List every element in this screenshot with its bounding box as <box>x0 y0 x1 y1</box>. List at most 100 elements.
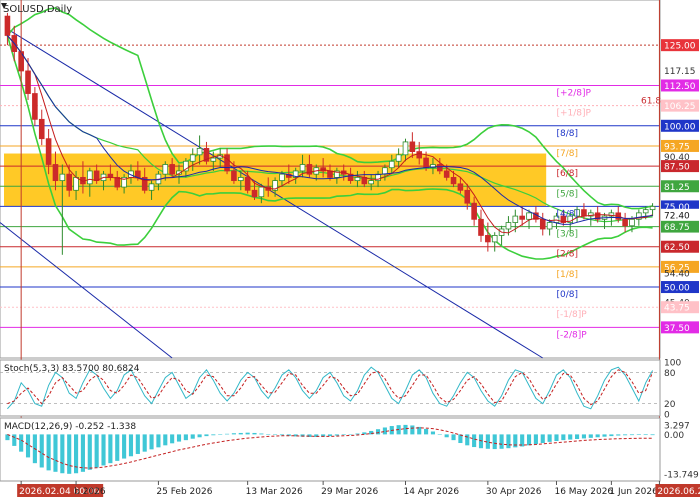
candle-body <box>93 170 100 182</box>
price-tick-label: 93.75 <box>664 142 690 152</box>
price-tick-label: 62.50 <box>664 243 690 253</box>
macd-bar <box>218 434 223 435</box>
current-price-label: 72.40 <box>664 211 690 221</box>
macd-bar <box>623 434 628 436</box>
time-axis: 2026.02.04 00:00b 2026 25 Feb 2026 13 Mar … <box>17 481 700 497</box>
macd-bar <box>231 433 236 435</box>
murrey-label: [6/8] <box>556 169 578 179</box>
macd-bar <box>53 434 58 472</box>
murrey-label: [1/8] <box>556 270 578 280</box>
candle-body <box>210 157 217 162</box>
price-tick-label: 117.15 <box>664 67 696 77</box>
macd-bar <box>108 434 113 464</box>
macd-bar <box>67 434 72 474</box>
candle-body <box>457 183 464 191</box>
time-tick-label: 1 Jun 2026 <box>609 487 658 497</box>
murrey-label: [-2/8]P <box>556 330 587 340</box>
macd-bar <box>149 434 154 450</box>
macd-bar <box>259 433 264 435</box>
macd-bar <box>101 434 106 466</box>
macd-bar <box>595 434 600 438</box>
candle-body <box>148 183 155 191</box>
candle-body <box>59 173 66 182</box>
price-tick-label: 112.50 <box>664 82 696 92</box>
macd-bar <box>492 434 497 450</box>
murrey-label: [+2/8]P <box>556 88 591 98</box>
candle-body <box>25 70 31 94</box>
stoch-tick-label: 20 <box>664 400 676 410</box>
candle-body <box>546 222 553 230</box>
macd-panel: MACD(12,26,9) -0.252 -1.338 <box>0 417 661 482</box>
macd-bar <box>533 434 538 445</box>
macd-bar <box>561 434 566 441</box>
macd-bar <box>142 434 147 452</box>
murrey-label: [2/8] <box>556 250 578 260</box>
candle-body <box>388 160 395 169</box>
macd-bar <box>122 434 127 459</box>
candle-body <box>196 147 203 156</box>
murrey-label: [8/8] <box>556 129 578 139</box>
candle-body <box>237 176 244 182</box>
candle-body <box>224 154 230 172</box>
murrey-label: [0/8] <box>556 290 578 300</box>
candle-body <box>231 170 237 182</box>
price-tick-label: 43.75 <box>664 304 690 314</box>
candle-body <box>512 215 519 223</box>
candle-body <box>478 218 484 236</box>
macd-bar <box>472 434 477 448</box>
murrey-label: [4/8] <box>556 209 578 219</box>
time-tick-label: 2026.06.25 00:00 <box>657 487 700 497</box>
candle-body <box>251 189 258 198</box>
stoch-tick-label: 100 <box>664 359 681 369</box>
macd-bar <box>369 430 374 435</box>
macd-bar <box>348 434 353 435</box>
stoch-tick-label: 80 <box>664 369 676 379</box>
macd-bar <box>252 432 257 435</box>
murrey-label: [5/8] <box>556 189 578 199</box>
macd-bar <box>341 434 346 435</box>
macd-bar <box>115 434 120 461</box>
candle-body <box>395 154 402 162</box>
macd-bar <box>478 434 484 449</box>
macd-bar <box>87 434 92 470</box>
candle-body <box>169 164 175 175</box>
candle-body <box>368 180 374 185</box>
macd-bar <box>375 429 381 435</box>
candle-body <box>443 170 450 178</box>
macd-bar <box>170 434 175 444</box>
candle-body <box>539 218 546 230</box>
macd-tick-label: 0.00 <box>664 431 684 441</box>
stoch-tick-label: 0 <box>664 411 670 421</box>
price-tick-label: 50.00 <box>664 284 690 294</box>
macd-bar <box>526 434 532 446</box>
candle-body <box>244 176 251 191</box>
price-tick-label: 81.25 <box>664 183 690 193</box>
candle-body <box>4 15 11 36</box>
candle-body <box>437 164 443 172</box>
macd-bar <box>39 434 44 468</box>
price-tick-label: 68.75 <box>664 223 690 233</box>
candle-body <box>279 173 285 182</box>
macd-bar <box>190 434 195 439</box>
macd-axis: 3.2970.00-13.749 <box>664 421 699 480</box>
macd-bar <box>211 434 216 436</box>
candle-body <box>505 222 512 230</box>
macd-bar <box>588 434 593 438</box>
price-tick-label: 37.50 <box>664 324 690 334</box>
macd-bar <box>609 434 614 437</box>
candle-body <box>622 218 628 227</box>
macd-bar <box>636 434 641 435</box>
macd-bar <box>163 434 168 446</box>
candle-body <box>258 186 265 198</box>
macd-bar <box>451 434 456 441</box>
macd-bar <box>183 434 188 441</box>
candle-body <box>382 167 388 175</box>
fib-level-label: 61.8 <box>641 97 661 107</box>
macd-bar <box>540 434 545 444</box>
candle-body <box>519 215 525 220</box>
stoch-title: Stoch(5,3,3) 83.5700 80.6824 <box>4 364 140 374</box>
macd-bar <box>224 433 230 435</box>
macd-bar <box>60 434 65 474</box>
candle-body <box>491 235 498 243</box>
candle-body <box>402 141 409 156</box>
